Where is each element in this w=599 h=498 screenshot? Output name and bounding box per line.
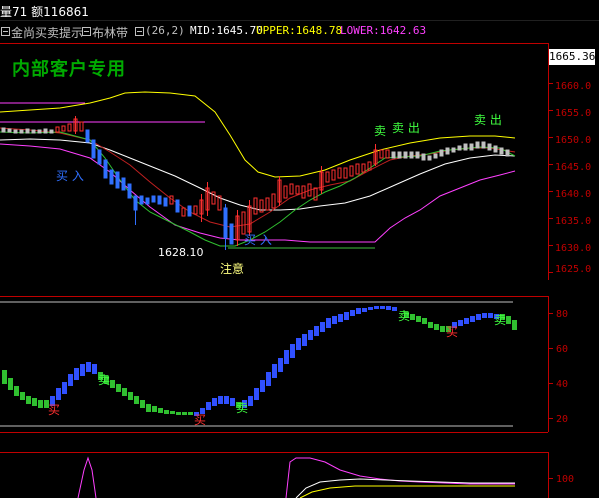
candlesticks <box>1 116 510 250</box>
attention-label: 注意 <box>220 261 244 276</box>
bottom-y-tick: 100 <box>556 474 574 485</box>
main-y-tick: 1655.0 <box>555 108 591 119</box>
bottom-indicator-line <box>285 457 515 498</box>
main-y-tick: 1635.0 <box>555 216 591 227</box>
main-y-tick: 1660.0 <box>555 81 591 92</box>
buy-signal-label: 买 入 <box>56 169 84 183</box>
sell-out-label: 卖 出 <box>474 113 502 127</box>
buy-signal-label: 买 <box>194 413 206 427</box>
sub-y-tick: 20 <box>556 414 568 425</box>
fast-average-line <box>0 131 516 247</box>
buy-signal-label: 买 入 <box>244 233 272 247</box>
bottom-signal-line <box>299 485 515 498</box>
sub-y-tick: 60 <box>556 344 568 355</box>
oscillator-bars <box>2 306 517 416</box>
sell-signal-label: 卖 <box>398 309 410 323</box>
lower-band-line <box>0 143 516 243</box>
main-y-tick: 1625.0 <box>555 264 591 275</box>
sell-out-label: 卖 出 <box>392 121 420 135</box>
low-price-label: 1628.10 <box>158 246 204 259</box>
watermark-text: 内部客户专用 <box>12 59 126 80</box>
main-y-tick: 1630.0 <box>555 243 591 254</box>
sub-y-tick: 40 <box>556 379 568 390</box>
bottom-indicator-line <box>77 456 97 498</box>
current-price-tag: 1665.36 <box>549 49 596 65</box>
sell-signal-label: 卖 <box>494 313 506 327</box>
sub-y-tick: 80 <box>556 309 568 320</box>
sell-signal-label: 卖 <box>236 401 248 415</box>
buy-signal-label: 买 <box>48 403 60 417</box>
main-y-tick: 1645.0 <box>555 162 591 173</box>
upper-band-line <box>0 91 516 178</box>
buy-signal-label: 买 <box>446 325 458 339</box>
main-y-tick: 1650.0 <box>555 135 591 146</box>
sell-signal-label: 卖 <box>98 373 110 387</box>
main-y-tick: 1640.0 <box>555 189 591 200</box>
sell-signal-label: 卖 <box>374 124 386 138</box>
